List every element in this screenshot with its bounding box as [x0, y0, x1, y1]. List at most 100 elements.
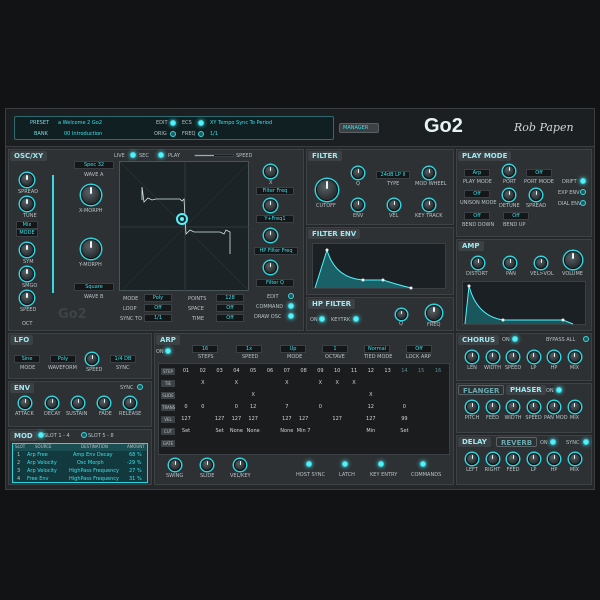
decay-knob[interactable] [46, 397, 58, 409]
arp-step-number[interactable]: 08 [297, 368, 311, 374]
xy-points-value[interactable]: 128 [216, 294, 244, 302]
xy-time-value[interactable]: Off [216, 314, 244, 322]
arp-step-number[interactable]: 09 [313, 368, 327, 374]
arp-step-number[interactable]: 15 [414, 368, 428, 374]
slot1-led[interactable] [38, 432, 44, 438]
arp-cell[interactable]: 127 [229, 416, 243, 422]
filter-env-display[interactable] [312, 243, 446, 290]
delay-hp-knob[interactable] [548, 453, 560, 465]
flanger-on-led[interactable] [556, 387, 562, 393]
live-label[interactable]: LIVE [114, 153, 125, 159]
key-track-knob[interactable] [423, 199, 435, 211]
delay-sync-led[interactable] [583, 439, 589, 445]
wave-a-value[interactable]: Spec 32 [74, 161, 114, 169]
arp-cell[interactable]: Min 7 [297, 428, 311, 434]
q-knob[interactable] [352, 167, 364, 179]
arp-cell[interactable]: None [280, 428, 294, 434]
arp-tied-field[interactable]: Normal [364, 345, 390, 353]
delay-on-led[interactable] [550, 439, 556, 445]
flanger-speed-knob[interactable] [527, 401, 540, 413]
arp-step-number[interactable]: 07 [280, 368, 294, 374]
arp-octave-field[interactable]: 1 [322, 345, 348, 353]
arp-step-number[interactable]: 02 [196, 368, 210, 374]
flanger-feed-knob[interactable] [486, 401, 499, 413]
mod-amount[interactable]: -29 % [127, 460, 142, 466]
arp-cell[interactable]: X [280, 380, 294, 386]
filter-type[interactable]: 24dB LP II [376, 171, 410, 179]
spread-knob[interactable] [20, 173, 34, 187]
bend-up-field[interactable]: Off [503, 212, 529, 220]
lfo-sync-field[interactable]: 1/4 DB [110, 355, 136, 363]
flanger-width-knob[interactable] [507, 401, 519, 413]
xy-space-value[interactable]: Off [216, 304, 244, 312]
mod-dest[interactable]: HighPass Frequency [69, 468, 119, 474]
arp-step-number[interactable]: 12 [364, 368, 378, 374]
arp-step-number[interactable]: 16 [431, 368, 445, 374]
slot2-led[interactable] [81, 432, 87, 438]
arp-cell[interactable]: X [196, 380, 210, 386]
env-knob[interactable] [352, 199, 364, 211]
sec-label[interactable]: SEC [139, 153, 149, 159]
arp-grid[interactable]: STEP TIE SLIDE TRANS VEL CUT GATE 01 02 03 04 05 06 0… [158, 363, 450, 455]
spread-pm-knob[interactable] [530, 189, 542, 201]
osc-speed-knob[interactable] [20, 291, 34, 305]
reverb-title[interactable]: REVERB [496, 437, 538, 447]
manager-label[interactable]: MANAGER [343, 125, 368, 131]
command-led[interactable] [288, 303, 294, 309]
arp-step-number[interactable]: 04 [229, 368, 243, 374]
arp-cell[interactable]: 12 [246, 404, 260, 410]
orig-label[interactable]: ORIG [154, 131, 167, 137]
arp-step-number[interactable]: 03 [213, 368, 227, 374]
bend-down-field[interactable]: Off [464, 212, 490, 220]
x-target[interactable]: Filter Freq [256, 187, 294, 195]
play-led[interactable] [158, 152, 164, 158]
sym-knob[interactable] [20, 243, 34, 257]
chorus-mix-knob[interactable] [568, 351, 581, 363]
flanger-title[interactable]: FLANGER [458, 385, 505, 395]
keytrk-led[interactable] [353, 316, 359, 322]
arp-mode-field[interactable]: Up [280, 345, 306, 353]
arp-cell[interactable]: 7 [280, 404, 294, 410]
bank-value[interactable]: 00 Introduction [64, 131, 102, 137]
release-knob[interactable] [124, 397, 136, 409]
chorus-hp-knob[interactable] [548, 351, 560, 363]
arp-cell[interactable]: 127 [213, 416, 227, 422]
slot1-label[interactable]: SLOT 1 - 4 [44, 433, 70, 439]
hp-q-knob[interactable] [396, 309, 407, 320]
velkey-knob[interactable] [234, 459, 246, 471]
arp-cell[interactable]: 12 [364, 404, 378, 410]
hp-on-led[interactable] [319, 316, 325, 322]
orig-led[interactable] [170, 131, 176, 137]
lfo-wave-field[interactable]: Poly [50, 355, 76, 363]
mode-field[interactable]: MODE [16, 229, 38, 237]
live-led[interactable] [130, 152, 136, 158]
arp-cell[interactable]: Set [213, 428, 227, 434]
sustain-knob[interactable] [72, 397, 84, 409]
arp-step-number[interactable]: 10 [330, 368, 344, 374]
commands-led[interactable] [420, 461, 426, 467]
xy-loop-value[interactable]: Off [144, 304, 172, 312]
hp-target[interactable]: HP Filter Freq [254, 247, 298, 255]
mod-amount[interactable]: 27 % [129, 468, 142, 474]
env-sync-led[interactable] [137, 384, 143, 390]
chorus-lp-knob[interactable] [527, 351, 540, 363]
delay-right-knob[interactable] [486, 453, 499, 465]
flanger-pan-mod-knob[interactable] [548, 401, 560, 413]
mix-field[interactable]: Mix [16, 221, 38, 229]
unison-field[interactable]: Off [464, 190, 490, 198]
mod-wheel-knob[interactable] [423, 167, 435, 179]
flanger-pitch-knob[interactable] [466, 401, 478, 413]
arp-cell[interactable]: 0 [313, 404, 327, 410]
velvol-knob[interactable] [535, 257, 547, 269]
hp-knob[interactable] [264, 229, 277, 242]
arp-on-led[interactable] [165, 348, 171, 354]
xy-sync-value[interactable]: 1/1 [144, 314, 172, 322]
fade-knob[interactable] [98, 397, 110, 409]
delay-feed-knob[interactable] [507, 453, 519, 465]
freq-led[interactable] [198, 131, 204, 137]
port-knob[interactable] [503, 165, 515, 177]
preset-value[interactable]: a Welcome 2 Go2 [58, 120, 102, 126]
xmorph-knob[interactable] [81, 185, 101, 205]
arp-cell[interactable]: Set [179, 428, 193, 434]
delay-mix-knob[interactable] [568, 453, 581, 465]
